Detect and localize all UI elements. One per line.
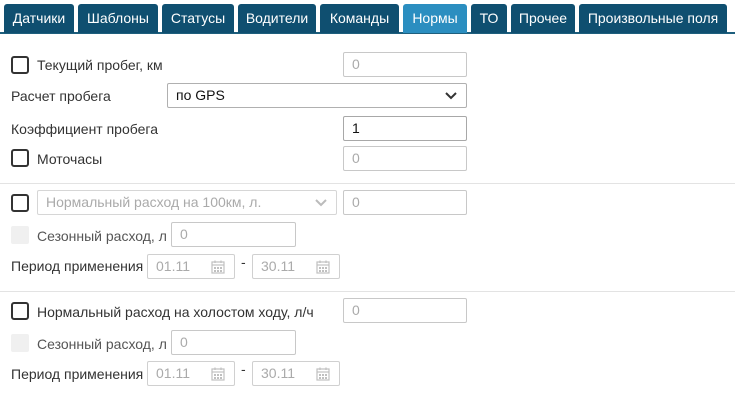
calendar-icon <box>211 367 225 381</box>
tab-statuses[interactable]: Статусы <box>162 4 234 33</box>
calendar-icon <box>316 367 330 381</box>
chevron-down-icon <box>445 92 457 100</box>
seasonal-consumption-checkbox <box>11 334 29 352</box>
seasonal-consumption-label: Сезонный расход, л <box>37 336 167 352</box>
section-divider <box>0 291 735 292</box>
calendar-icon <box>211 260 225 274</box>
period-to-value: 30.11 <box>261 365 295 381</box>
mileage-coef-input[interactable]: 1 <box>343 116 467 141</box>
section-divider <box>0 183 735 184</box>
idle-norm-input[interactable]: 0 <box>343 298 467 323</box>
norm-100km-checkbox[interactable] <box>11 194 29 212</box>
period-from-value: 01.11 <box>156 365 190 381</box>
period-to-date[interactable]: 30.11 <box>252 254 340 279</box>
period-label: Период применения <box>11 258 144 274</box>
tab-sensors[interactable]: Датчики <box>4 4 74 33</box>
seasonal-consumption-input[interactable]: 0 <box>171 222 296 247</box>
seasonal-consumption-label: Сезонный расход, л <box>37 228 167 244</box>
chevron-down-icon <box>315 199 327 207</box>
engine-hours-checkbox[interactable] <box>11 149 29 167</box>
norm-100km-select[interactable]: Нормальный расход на 100км, л. <box>37 190 337 215</box>
norm-100km-select-placeholder: Нормальный расход на 100км, л. <box>46 194 262 210</box>
tab-bar: Датчики Шаблоны Статусы Водители Команды… <box>0 0 735 34</box>
current-mileage-input[interactable]: 0 <box>343 52 467 77</box>
tab-other[interactable]: Прочее <box>511 4 575 33</box>
tab-maintenance[interactable]: ТО <box>471 4 507 33</box>
engine-hours-input[interactable]: 0 <box>343 146 467 171</box>
period-label: Период применения <box>11 366 144 382</box>
mileage-coef-label: Коэффициент пробега <box>11 121 158 137</box>
tab-commands[interactable]: Команды <box>320 4 399 33</box>
calendar-icon <box>316 260 330 274</box>
idle-norm-checkbox[interactable] <box>11 302 29 320</box>
idle-norm-label: Нормальный расход на холостом ходу, л/ч <box>37 304 314 320</box>
tab-templates[interactable]: Шаблоны <box>78 4 158 33</box>
period-separator: - <box>241 254 246 270</box>
period-to-value: 30.11 <box>261 258 295 274</box>
tab-norms[interactable]: Нормы <box>403 4 467 33</box>
current-mileage-label: Текущий пробег, км <box>37 57 163 73</box>
norm-100km-input[interactable]: 0 <box>343 190 467 215</box>
mileage-calc-label: Расчет пробега <box>11 88 111 104</box>
period-from-value: 01.11 <box>156 258 190 274</box>
period-from-date[interactable]: 01.11 <box>147 254 235 279</box>
tab-custom-fields[interactable]: Произвольные поля <box>579 4 727 33</box>
period-separator: - <box>241 361 246 377</box>
current-mileage-checkbox[interactable] <box>11 56 29 74</box>
mileage-calc-select[interactable]: по GPS <box>167 83 467 108</box>
engine-hours-label: Моточасы <box>37 151 103 167</box>
seasonal-consumption-input[interactable]: 0 <box>171 330 296 355</box>
mileage-calc-value: по GPS <box>176 87 225 103</box>
tab-drivers[interactable]: Водители <box>238 4 316 33</box>
period-from-date[interactable]: 01.11 <box>147 361 235 386</box>
seasonal-consumption-checkbox <box>11 226 29 244</box>
period-to-date[interactable]: 30.11 <box>252 361 340 386</box>
